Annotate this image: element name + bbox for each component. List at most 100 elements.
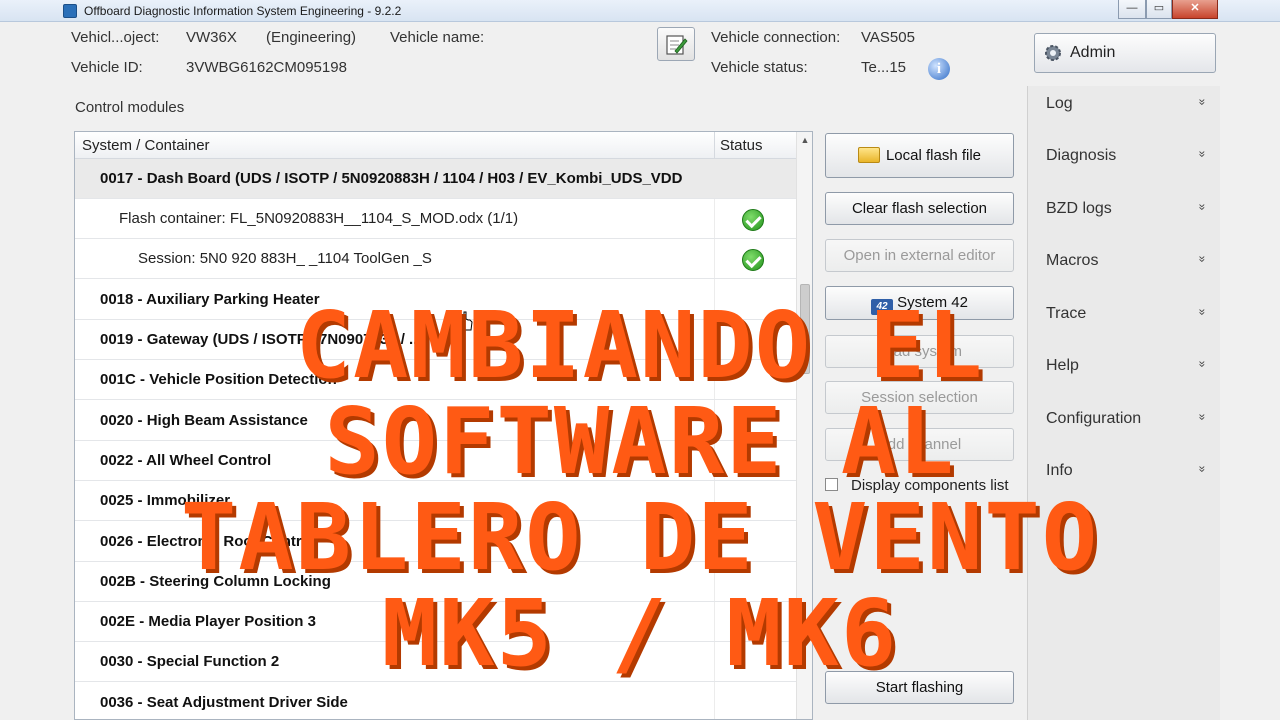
vehicle-project-mode: (Engineering): [266, 29, 357, 46]
menu-item-label: Help: [1046, 357, 1079, 374]
module-label: 0018 - Auxiliary Parking Heater: [100, 291, 320, 308]
system-42-icon: 42: [871, 299, 894, 315]
ok-check-icon: [742, 249, 764, 271]
display-components-checkbox[interactable]: [825, 478, 838, 491]
session-label: Session: 5N0 920 883H_ _1104 ToolGen _S: [138, 250, 432, 267]
add-channel-button[interactable]: Add channel: [825, 428, 1014, 461]
menu-item-label: Info: [1046, 462, 1073, 479]
module-label: 0036 - Seat Adjustment Driver Side: [100, 694, 348, 711]
start-flashing-button[interactable]: Start flashing: [825, 671, 1014, 704]
table-row[interactable]: 002E - Media Player Position 3: [75, 602, 796, 643]
list-header: System / Container Status: [75, 132, 796, 159]
chevron-down-icon: »: [1195, 255, 1210, 261]
edit-vehicle-button[interactable]: [657, 27, 695, 61]
table-row[interactable]: 0020 - High Beam Assistance: [75, 401, 796, 442]
module-label: 0017 - Dash Board (UDS / ISOTP / 5N09208…: [100, 170, 683, 187]
table-row[interactable]: 0017 - Dash Board (UDS / ISOTP / 5N09208…: [75, 159, 796, 200]
chevron-down-icon: »: [1195, 98, 1210, 104]
module-label: 0022 - All Wheel Control: [100, 452, 272, 469]
vehicle-id-value: 3VWBG6162CM095198: [186, 59, 347, 76]
chevron-down-icon: »: [1195, 203, 1210, 209]
open-external-editor-button[interactable]: Open in external editor: [825, 239, 1014, 272]
module-label: 002E - Media Player Position 3: [100, 613, 316, 630]
control-modules-title: Control modules: [75, 99, 185, 116]
vertical-scrollbar[interactable]: ▲: [796, 132, 812, 719]
table-row[interactable]: 0030 - Special Function 2: [75, 642, 796, 683]
menu-item-info[interactable]: Info »: [1028, 453, 1221, 505]
vehicle-project-label: Vehicl...oject:: [71, 29, 160, 46]
vehicle-status-label: Vehicle status:: [711, 59, 808, 76]
app-icon: [63, 4, 77, 18]
table-row[interactable]: 002B - Steering Column Locking: [75, 562, 796, 603]
menu-item-trace[interactable]: Trace »: [1028, 296, 1221, 348]
session-selection-button[interactable]: Session selection: [825, 381, 1014, 414]
table-row[interactable]: Flash container: FL_5N0920883H__1104_S_M…: [75, 199, 796, 240]
module-label: 001C - Vehicle Position Detection: [100, 371, 337, 388]
menu-item-bzd-logs[interactable]: BZD logs »: [1028, 191, 1221, 243]
system-42-label: System 42: [897, 294, 968, 311]
control-modules-list[interactable]: System / Container Status 0017 - Dash Bo…: [74, 131, 813, 720]
admin-button-label: Admin: [1070, 44, 1116, 61]
module-label: 002B - Steering Column Locking: [100, 573, 331, 590]
vehicle-connection-label: Vehicle connection:: [711, 29, 841, 46]
menu-item-help[interactable]: Help »: [1028, 348, 1221, 400]
admin-button[interactable]: Admin: [1034, 33, 1216, 73]
window-titlebar: Offboard Diagnostic Information System E…: [0, 0, 1280, 22]
menu-item-label: Configuration: [1046, 410, 1142, 427]
table-row[interactable]: 0018 - Auxiliary Parking Heater: [75, 280, 796, 321]
vehicle-connection-value: VAS505: [861, 29, 915, 46]
vehicle-name-label: Vehicle name:: [390, 29, 485, 46]
edit-note-icon: [666, 35, 688, 55]
vehicle-status-value: Te...15: [861, 59, 907, 76]
local-flash-file-button[interactable]: Local flash file: [825, 133, 1014, 178]
module-label: 0030 - Special Function 2: [100, 653, 280, 670]
module-label: 0019 - Gateway (UDS / ISOTP / 7N0907530 …: [100, 331, 422, 348]
scrollbar-thumb[interactable]: [800, 284, 810, 374]
chevron-down-icon: »: [1195, 150, 1210, 156]
table-row[interactable]: 0026 - Electronic Roof Control: [75, 522, 796, 563]
maximize-button[interactable]: ▭: [1146, 0, 1172, 19]
column-header-status[interactable]: Status: [720, 137, 763, 154]
menu-item-configuration[interactable]: Configuration »: [1028, 401, 1221, 453]
module-label: 0026 - Electronic Roof Control: [100, 533, 316, 550]
table-row[interactable]: 0036 - Seat Adjustment Driver Side: [75, 683, 796, 719]
menu-item-macros[interactable]: Macros »: [1028, 243, 1221, 295]
menu-item-label: Diagnosis: [1046, 147, 1117, 164]
table-row[interactable]: 0025 - Immobilizer: [75, 481, 796, 522]
window-title: Offboard Diagnostic Information System E…: [84, 4, 402, 18]
gear-icon: [1045, 45, 1061, 61]
load-system-button[interactable]: Load system: [825, 335, 1014, 368]
module-label: 0025 - Immobilizer: [100, 492, 231, 509]
table-row[interactable]: 0022 - All Wheel Control: [75, 441, 796, 482]
module-label: 0020 - High Beam Assistance: [100, 412, 308, 429]
menu-item-label: Macros: [1046, 252, 1099, 269]
system-42-button[interactable]: 42 System 42: [825, 286, 1014, 320]
scroll-up-arrow-icon[interactable]: ▲: [797, 132, 812, 149]
display-components-label: Display components list: [851, 477, 1009, 494]
vehicle-id-label: Vehicle ID:: [71, 59, 143, 76]
close-button[interactable]: ✕: [1172, 0, 1218, 19]
minimize-button[interactable]: —: [1118, 0, 1146, 19]
menu-item-diagnosis[interactable]: Diagnosis »: [1028, 138, 1221, 190]
table-row[interactable]: 0019 - Gateway (UDS / ISOTP / 7N0907530 …: [75, 320, 796, 361]
vehicle-project-value: VW36X: [186, 29, 237, 46]
table-row[interactable]: Session: 5N0 920 883H_ _1104 ToolGen _S: [75, 239, 796, 280]
menu-item-label: Trace: [1046, 305, 1087, 322]
local-flash-file-label: Local flash file: [885, 147, 982, 164]
column-header-system[interactable]: System / Container: [82, 137, 210, 154]
column-divider: [714, 132, 715, 159]
table-row[interactable]: 001C - Vehicle Position Detection: [75, 360, 796, 401]
clear-flash-selection-button[interactable]: Clear flash selection: [825, 192, 1014, 225]
chevron-down-icon: »: [1195, 360, 1210, 366]
menu-item-log[interactable]: Log »: [1028, 86, 1221, 138]
menu-item-label: Log: [1046, 95, 1073, 112]
menu-item-label: BZD logs: [1046, 200, 1112, 217]
side-menu: Log » Diagnosis » BZD logs » Macros » Trace »…: [1027, 86, 1220, 720]
chevron-down-icon: »: [1195, 308, 1210, 314]
folder-icon: [857, 147, 880, 163]
ok-check-icon: [742, 209, 764, 231]
chevron-down-icon: »: [1195, 413, 1210, 419]
chevron-down-icon: »: [1195, 465, 1210, 471]
vehicle-info-panel: Vehicl...oject: VW36X (Engineering) Vehi…: [62, 22, 1027, 88]
info-icon[interactable]: i: [928, 58, 950, 80]
